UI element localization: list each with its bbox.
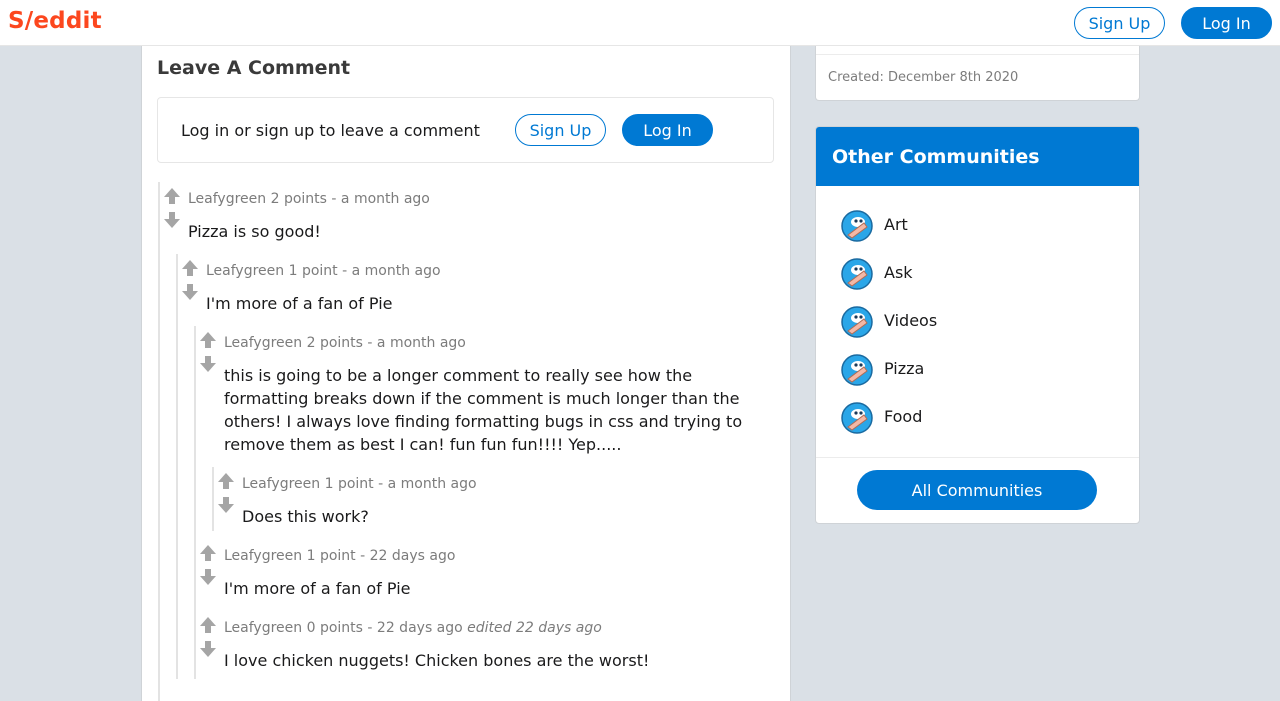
header-sign-up-button[interactable]: Sign Up xyxy=(1074,7,1165,39)
community-label: Videos xyxy=(884,311,938,330)
vote-controls xyxy=(181,259,199,301)
leave-comment-heading: Leave A Comment xyxy=(157,57,351,79)
arrow-up-icon[interactable] xyxy=(217,472,235,490)
comment-author[interactable]: Leafygreen xyxy=(224,548,302,564)
community-item[interactable]: Ask xyxy=(840,256,1100,292)
vote-controls xyxy=(217,472,235,514)
community-item[interactable]: Food xyxy=(840,400,1100,436)
comment-meta: Leafygreen 2 points - a month ago xyxy=(224,335,466,351)
comment-text: I love chicken nuggets! Chicken bones ar… xyxy=(224,651,650,670)
community-item[interactable]: Pizza xyxy=(840,352,1100,388)
comment-text: I'm more of a fan of Pie xyxy=(224,579,411,598)
comment-edited: edited 22 days ago xyxy=(467,620,602,636)
community-info-card: Created: December 8th 2020 xyxy=(815,46,1140,101)
comment-login-box: Log in or sign up to leave a comment Sig… xyxy=(157,97,774,163)
comment-age: 22 days ago xyxy=(376,620,463,636)
vote-controls xyxy=(199,616,217,658)
comment-author[interactable]: Leafygreen xyxy=(224,620,302,636)
arrow-down-icon[interactable] xyxy=(181,283,199,301)
comment-text: Pizza is so good! xyxy=(188,222,321,241)
community-label: Ask xyxy=(884,263,913,282)
community-item[interactable]: Art xyxy=(840,208,1100,244)
comment-meta: Leafygreen 1 point - a month ago xyxy=(206,263,441,279)
comment-meta: Leafygreen 1 point - 22 days ago xyxy=(224,548,456,564)
other-communities-header: Other Communities xyxy=(816,127,1139,186)
vote-controls xyxy=(199,331,217,373)
arrow-down-icon[interactable] xyxy=(199,640,217,658)
comment-text: I'm more of a fan of Pie xyxy=(206,294,393,313)
comment-points: 1 point xyxy=(306,548,356,564)
arrow-up-icon[interactable] xyxy=(199,616,217,634)
comment-age: 22 days ago xyxy=(369,548,456,564)
arrow-down-icon[interactable] xyxy=(199,568,217,586)
comment-age: a month ago xyxy=(351,263,441,279)
divider xyxy=(816,457,1139,458)
thread-line xyxy=(212,467,214,531)
vote-controls xyxy=(199,544,217,586)
site-logo[interactable]: S/eddit xyxy=(8,8,102,34)
arrow-up-icon[interactable] xyxy=(199,544,217,562)
community-avatar-icon xyxy=(841,306,873,338)
thread-line xyxy=(176,254,178,679)
arrow-down-icon[interactable] xyxy=(199,355,217,373)
other-communities-card: Other Communities Art Ask Videos Pizza F… xyxy=(815,126,1140,524)
community-avatar-icon xyxy=(841,354,873,386)
comment-points: 0 points xyxy=(306,620,363,636)
comment-meta: Leafygreen 1 point - a month ago xyxy=(242,476,477,492)
arrow-up-icon[interactable] xyxy=(199,331,217,349)
arrow-up-icon[interactable] xyxy=(181,259,199,277)
header-log-in-button[interactable]: Log In xyxy=(1181,7,1272,39)
community-item[interactable]: Videos xyxy=(840,304,1100,340)
arrow-down-icon[interactable] xyxy=(163,211,181,229)
comment-text: Does this work? xyxy=(242,507,369,526)
comment-author[interactable]: Leafygreen xyxy=(188,191,266,207)
comment-author[interactable]: Leafygreen xyxy=(206,263,284,279)
arrow-up-icon[interactable] xyxy=(163,187,181,205)
comment-meta: Leafygreen 2 points - a month ago xyxy=(188,191,430,207)
all-communities-button[interactable]: All Communities xyxy=(857,470,1097,510)
login-prompt: Log in or sign up to leave a comment xyxy=(181,121,480,140)
community-label: Pizza xyxy=(884,359,925,378)
divider xyxy=(816,54,1139,55)
thread-line xyxy=(194,326,196,679)
comment-author[interactable]: Leafygreen xyxy=(242,476,320,492)
community-label: Art xyxy=(884,215,908,234)
comment-age: a month ago xyxy=(387,476,477,492)
comment-age: a month ago xyxy=(376,335,466,351)
comment-points: 2 points xyxy=(270,191,327,207)
community-avatar-icon xyxy=(841,210,873,242)
arrow-down-icon[interactable] xyxy=(217,496,235,514)
community-label: Food xyxy=(884,407,923,426)
created-date: Created: December 8th 2020 xyxy=(828,70,1019,85)
community-avatar-icon xyxy=(841,402,873,434)
comment-sign-up-button[interactable]: Sign Up xyxy=(515,114,606,146)
comment-points: 1 point xyxy=(324,476,374,492)
comment-meta: Leafygreen 0 points - 22 days ago edited… xyxy=(224,620,602,636)
comment-log-in-button[interactable]: Log In xyxy=(622,114,713,146)
comment-author[interactable]: Leafygreen xyxy=(224,335,302,351)
other-communities-title: Other Communities xyxy=(832,146,1040,168)
comment-points: 1 point xyxy=(288,263,338,279)
comment-points: 2 points xyxy=(306,335,363,351)
community-avatar-icon xyxy=(841,258,873,290)
main-content: Leave A Comment Log in or sign up to lea… xyxy=(141,46,791,701)
top-navbar: S/eddit Sign Up Log In xyxy=(0,0,1280,46)
thread-line xyxy=(158,182,160,701)
vote-controls xyxy=(163,187,181,229)
comment-text: this is going to be a longer comment to … xyxy=(224,366,743,454)
comment-age: a month ago xyxy=(340,191,430,207)
